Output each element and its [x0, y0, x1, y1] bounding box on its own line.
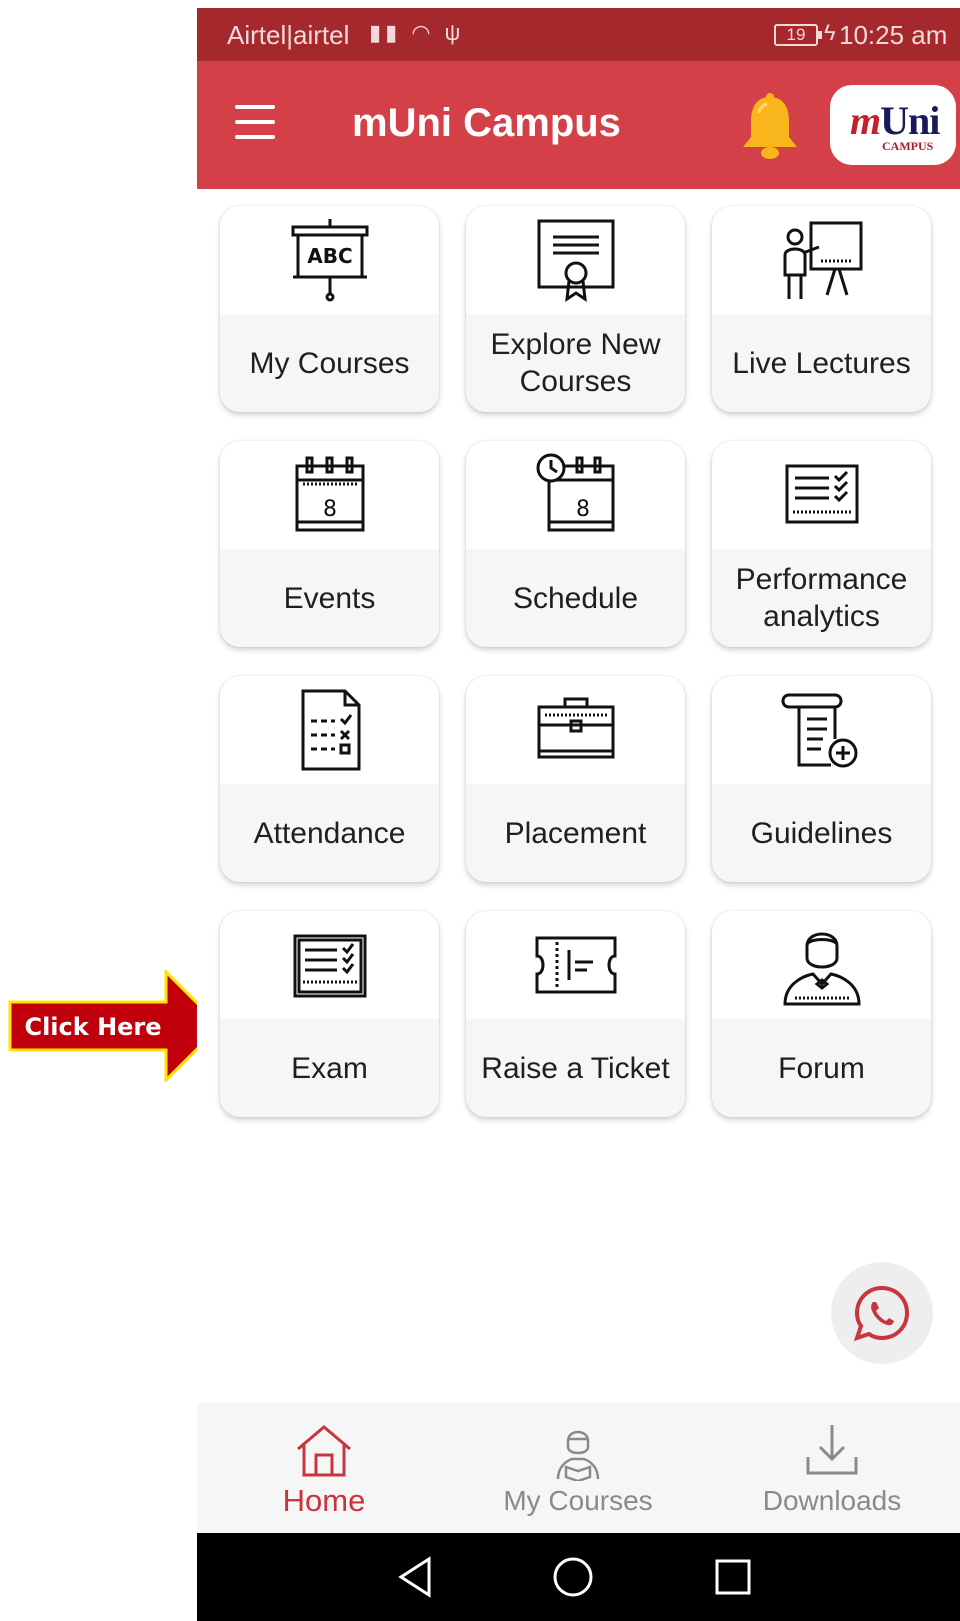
app-title: mUni Campus: [352, 101, 621, 145]
nav-home[interactable]: Home: [197, 1403, 451, 1533]
nav-my-courses[interactable]: My Courses: [451, 1403, 705, 1533]
certificate-icon: [537, 219, 614, 303]
briefcase-icon: [537, 697, 614, 759]
whatsapp-icon: [853, 1285, 910, 1342]
tile-label: Exam: [291, 1051, 368, 1085]
nav-label: Downloads: [762, 1485, 902, 1516]
tile-forum[interactable]: Forum: [712, 911, 931, 1117]
tile-placement[interactable]: Placement: [466, 676, 685, 882]
tile-explore-new-courses[interactable]: Explore New Courses: [466, 206, 685, 412]
svg-text:8: 8: [323, 497, 337, 522]
battery-icon: 19: [774, 24, 822, 46]
tile-label: Placement: [504, 816, 647, 850]
abc-board-icon: ABC: [291, 219, 368, 302]
nav-label: Home: [282, 1483, 366, 1518]
tile-attendance[interactable]: Attendance: [220, 676, 439, 882]
bottom-nav: Home My Courses Downloads: [197, 1403, 960, 1533]
scroll-plus-icon: [781, 693, 857, 768]
tile-events[interactable]: 8 Events: [220, 441, 439, 647]
calendar-icon: 8: [295, 456, 364, 532]
tile-label: Forum: [778, 1051, 865, 1085]
document-check-icon: [301, 689, 360, 771]
svg-text:ABC: ABC: [307, 244, 352, 268]
tile-label: Live Lectures: [732, 346, 911, 380]
tile-label: Guidelines: [750, 816, 893, 850]
status-bar: Airtel|airtel ▮▮ ◠ ψ 19 ϟ 10:25 am: [197, 8, 960, 61]
tile-label: Explore New Courses: [490, 328, 661, 398]
tile-exam[interactable]: Exam: [220, 911, 439, 1117]
tile-live-lectures[interactable]: Live Lectures: [712, 206, 931, 412]
system-nav-bar: [197, 1533, 960, 1621]
tile-guidelines[interactable]: Guidelines: [712, 676, 931, 882]
download-icon: [806, 1425, 858, 1475]
ticket-icon: [535, 936, 616, 994]
person-icon: [782, 932, 861, 1006]
tile-my-courses[interactable]: ABC My Courses: [220, 206, 439, 412]
charging-icon: ϟ: [824, 20, 836, 45]
phone-screen: Airtel|airtel ▮▮ ◠ ψ 19 ϟ 10:25 am mUni …: [197, 8, 960, 1621]
nav-label: My Courses: [503, 1485, 653, 1516]
home-circle-icon[interactable]: [551, 1555, 595, 1599]
home-icon: [297, 1425, 351, 1477]
tile-schedule[interactable]: 8 Schedule: [466, 441, 685, 647]
click-here-label: Click Here: [24, 1013, 162, 1041]
tile-label: Attendance: [253, 816, 406, 850]
recents-icon[interactable]: [713, 1555, 753, 1599]
calendar-clock-icon: 8: [536, 453, 614, 532]
notification-bell-icon[interactable]: [737, 91, 803, 161]
tile-label: Raise a Ticket: [481, 1051, 670, 1085]
tile-raise-a-ticket[interactable]: Raise a Ticket: [466, 911, 685, 1117]
muni-logo: mUni CAMPUS: [830, 85, 956, 165]
lecturer-board-icon: [783, 221, 862, 299]
tile-performance-analytics[interactable]: Performance analytics: [712, 441, 931, 647]
checklist-board-icon: [785, 464, 858, 524]
back-icon[interactable]: [395, 1555, 435, 1599]
whatsapp-button[interactable]: [831, 1262, 933, 1364]
carrier-name: Airtel|airtel: [227, 20, 350, 50]
clock: 10:25 am: [839, 20, 948, 50]
tile-label: Schedule: [512, 581, 639, 615]
menu-icon[interactable]: [235, 105, 277, 139]
feature-grid: ABC My Courses Explore New Courses Live …: [197, 189, 960, 1334]
svg-text:8: 8: [576, 497, 590, 522]
exam-board-icon: [293, 934, 366, 998]
tile-label: Performance analytics: [735, 563, 908, 633]
tile-label: My Courses: [249, 346, 410, 380]
app-bar: mUni Campus mUni CAMPUS: [197, 61, 960, 189]
tile-label: Events: [283, 581, 376, 615]
signal-wifi-usb-icons: ▮▮ ◠ ψ: [369, 20, 465, 45]
nav-downloads[interactable]: Downloads: [705, 1403, 959, 1533]
student-icon: [556, 1430, 600, 1481]
